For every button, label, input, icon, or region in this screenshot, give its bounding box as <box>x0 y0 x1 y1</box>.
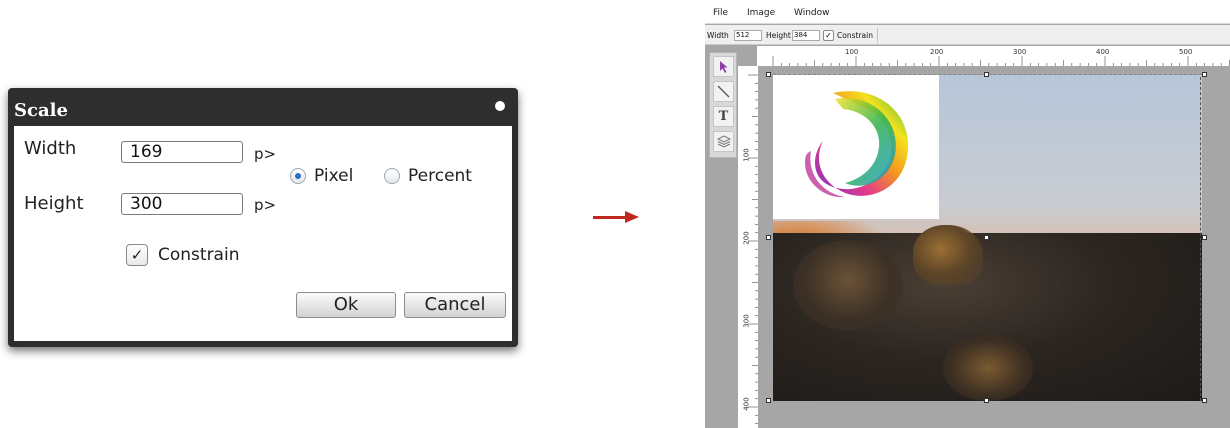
ruler-h-100: 100 <box>845 48 859 56</box>
percent-radio[interactable] <box>384 168 400 184</box>
constrain-label: Constrain <box>158 245 240 265</box>
dialog-title: Scale <box>14 100 68 121</box>
stage: Scale Width 169 p> Height 300 p> Pixel P… <box>0 0 1230 428</box>
menu-file[interactable]: File <box>713 8 728 18</box>
menu-window[interactable]: Window <box>794 8 830 18</box>
width-unit: p> <box>254 145 277 163</box>
height-unit: p> <box>254 196 277 214</box>
pointer-icon[interactable] <box>713 56 734 77</box>
percent-label: Percent <box>408 166 472 186</box>
arrow-shaft <box>593 216 627 219</box>
resize-handle-tr[interactable] <box>1202 72 1207 77</box>
dialog-body: Width 169 p> Height 300 p> Pixel Percent… <box>14 126 512 341</box>
line-icon[interactable] <box>713 81 734 102</box>
ruler-v-300: 300 <box>742 314 751 328</box>
opt-width-field[interactable]: 512 <box>734 30 762 41</box>
height-label: Height <box>24 193 84 214</box>
resize-handle-tl[interactable] <box>766 72 771 77</box>
ruler-h-200: 200 <box>930 48 944 56</box>
constrain-checkbox[interactable]: ✓ <box>126 244 148 266</box>
menu-image[interactable]: Image <box>747 8 775 18</box>
width-label: Width <box>24 138 77 159</box>
swirl-logo-icon <box>805 91 909 198</box>
ruler-h-400: 400 <box>1096 48 1110 56</box>
ruler-v-200: 200 <box>742 231 751 245</box>
opt-width-label: Width <box>707 31 729 40</box>
rock-center <box>913 225 983 285</box>
selection-right-edge <box>1200 77 1201 401</box>
pasted-logo-layer[interactable] <box>773 75 939 219</box>
rock-bottom <box>943 335 1033 401</box>
pixel-label: Pixel <box>314 166 354 186</box>
cancel-button[interactable]: Cancel <box>404 292 506 318</box>
pixel-radio[interactable] <box>290 168 306 184</box>
width-field[interactable]: 169 <box>121 141 243 163</box>
close-dot-icon[interactable] <box>495 101 505 111</box>
ruler-h-300: 300 <box>1013 48 1027 56</box>
text-icon[interactable]: T <box>713 106 734 127</box>
resize-handle-bl[interactable] <box>766 398 771 403</box>
ruler-vertical: 100 200 300 400 <box>738 66 758 428</box>
scale-dialog: Scale Width 169 p> Height 300 p> Pixel P… <box>8 88 518 347</box>
options-bar: Width 512 Height 384 ✓ Constrain <box>705 25 1230 45</box>
ruler-h-500: 500 <box>1179 48 1193 56</box>
image-editor: File Image Window Width 512 Height 384 ✓… <box>705 4 1230 428</box>
opt-height-label: Height <box>766 31 791 40</box>
arrow-right-icon <box>625 211 639 223</box>
opt-constrain-label: Constrain <box>837 31 873 40</box>
rock-left <box>793 240 903 330</box>
resize-handle-b[interactable] <box>984 398 989 403</box>
resize-handle-center[interactable] <box>984 235 989 240</box>
resize-handle-t[interactable] <box>984 72 989 77</box>
ruler-v-100: 100 <box>742 148 751 162</box>
height-field[interactable]: 300 <box>121 193 243 215</box>
opt-height-field[interactable]: 384 <box>792 30 820 41</box>
opt-constrain-checkbox[interactable]: ✓ <box>823 30 834 41</box>
resize-handle-br[interactable] <box>1202 398 1207 403</box>
resize-handle-l[interactable] <box>766 235 771 240</box>
resize-handle-r[interactable] <box>1202 235 1207 240</box>
toolbox: T <box>709 52 737 158</box>
opt-separator <box>877 28 878 43</box>
ruler-v-400: 400 <box>742 397 751 411</box>
layers-icon[interactable] <box>713 131 734 152</box>
ruler-horizontal: 100 200 300 400 500 <box>757 46 1230 66</box>
ok-button[interactable]: Ok <box>296 292 396 318</box>
menu-bar: File Image Window <box>705 4 1230 24</box>
